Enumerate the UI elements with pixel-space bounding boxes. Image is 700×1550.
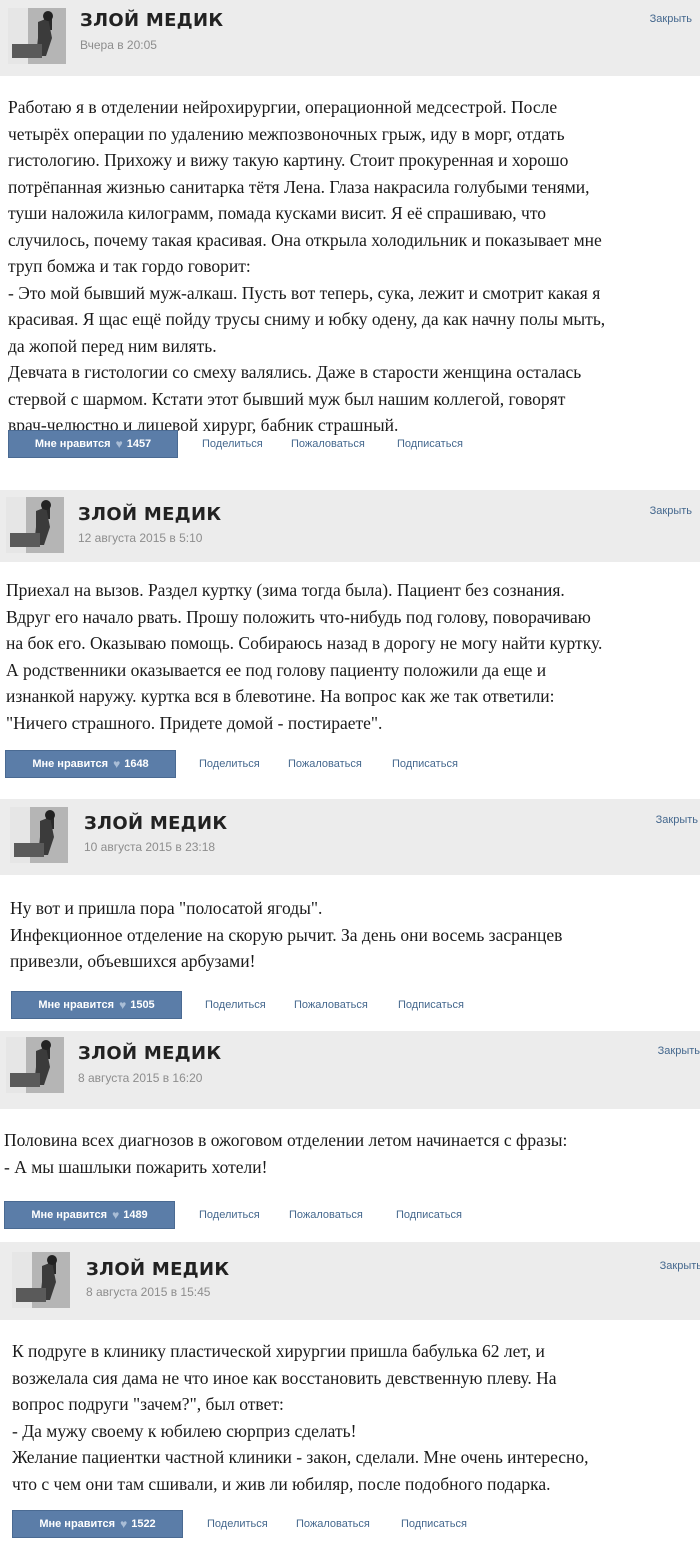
post-actions: Мне нравится ♥ 1457 Поделиться Пожаловат… bbox=[0, 430, 700, 470]
post: ЗЛОЙ МЕДИК 10 августа 2015 в 23:18 Закры… bbox=[0, 799, 700, 1031]
post: ЗЛОЙ МЕДИК 8 августа 2015 в 15:45 Закрыт… bbox=[0, 1242, 700, 1550]
post-text: Работаю я в отделении нейрохирургии, опе… bbox=[8, 97, 606, 435]
post-date[interactable]: 8 августа 2015 в 16:20 bbox=[78, 1071, 202, 1085]
close-link[interactable]: Закрыть bbox=[658, 1045, 700, 1057]
heart-icon: ♥ bbox=[113, 757, 121, 771]
like-count: 1505 bbox=[130, 999, 155, 1011]
like-count: 1648 bbox=[124, 758, 149, 770]
like-label: Мне нравится bbox=[32, 758, 109, 770]
post-actions: Мне нравится ♥ 1522 Поделиться Пожаловат… bbox=[0, 1510, 700, 1550]
like-count: 1457 bbox=[126, 438, 152, 450]
close-link[interactable]: Закрыть bbox=[660, 1260, 700, 1272]
like-count: 1522 bbox=[131, 1518, 156, 1530]
post-actions: Мне нравится ♥ 1648 Поделиться Пожаловат… bbox=[0, 750, 700, 790]
share-link[interactable]: Поделиться bbox=[207, 1518, 268, 1530]
report-link[interactable]: Пожаловаться bbox=[294, 999, 368, 1011]
share-link[interactable]: Поделиться bbox=[199, 758, 260, 770]
avatar[interactable] bbox=[6, 1037, 64, 1093]
author-name[interactable]: ЗЛОЙ МЕДИК bbox=[78, 504, 221, 525]
report-link[interactable]: Пожаловаться bbox=[289, 1209, 363, 1221]
heart-icon: ♥ bbox=[115, 437, 123, 451]
heart-icon: ♥ bbox=[112, 1208, 120, 1222]
subscribe-link[interactable]: Подписаться bbox=[396, 1209, 462, 1221]
like-label: Мне нравится bbox=[31, 1209, 108, 1221]
share-link[interactable]: Поделиться bbox=[202, 438, 263, 450]
post-header: ЗЛОЙ МЕДИК 10 августа 2015 в 23:18 Закры… bbox=[0, 799, 700, 875]
author-name[interactable]: ЗЛОЙ МЕДИК bbox=[84, 813, 227, 834]
subscribe-link[interactable]: Подписаться bbox=[398, 999, 464, 1011]
post-date[interactable]: Вчера в 20:05 bbox=[80, 38, 157, 52]
heart-icon: ♥ bbox=[120, 1517, 128, 1531]
avatar[interactable] bbox=[8, 8, 66, 64]
post-header: ЗЛОЙ МЕДИК Вчера в 20:05 Закрыть bbox=[0, 0, 700, 76]
post-text: Ну вот и пришла пора "полосатой ягоды". … bbox=[10, 898, 563, 971]
post-header: ЗЛОЙ МЕДИК 8 августа 2015 в 15:45 Закрыт… bbox=[0, 1242, 700, 1320]
post-text: К подруге в клинику пластической хирурги… bbox=[12, 1341, 589, 1494]
heart-icon: ♥ bbox=[119, 998, 127, 1012]
report-link[interactable]: Пожаловаться bbox=[296, 1518, 370, 1530]
post-header: ЗЛОЙ МЕДИК 12 августа 2015 в 5:10 Закрыт… bbox=[0, 490, 700, 562]
like-button[interactable]: Мне нравится ♥ 1457 bbox=[8, 430, 178, 458]
share-link[interactable]: Поделиться bbox=[205, 999, 266, 1011]
report-link[interactable]: Пожаловаться bbox=[291, 438, 365, 450]
like-button[interactable]: Мне нравится ♥ 1505 bbox=[11, 991, 182, 1019]
like-count: 1489 bbox=[123, 1209, 148, 1221]
author-name[interactable]: ЗЛОЙ МЕДИК bbox=[80, 10, 223, 31]
post-header: ЗЛОЙ МЕДИК 8 августа 2015 в 16:20 Закрыт… bbox=[0, 1031, 700, 1109]
like-label: Мне нравится bbox=[38, 999, 115, 1011]
like-button[interactable]: Мне нравится ♥ 1522 bbox=[12, 1510, 183, 1538]
author-name[interactable]: ЗЛОЙ МЕДИК bbox=[78, 1043, 221, 1064]
close-link[interactable]: Закрыть bbox=[650, 13, 692, 25]
like-label: Мне нравится bbox=[34, 438, 111, 450]
post-date[interactable]: 10 августа 2015 в 23:18 bbox=[84, 840, 215, 854]
close-link[interactable]: Закрыть bbox=[650, 505, 692, 517]
avatar[interactable] bbox=[6, 497, 64, 553]
subscribe-link[interactable]: Подписаться bbox=[401, 1518, 467, 1530]
close-link[interactable]: Закрыть bbox=[656, 814, 698, 826]
post: ЗЛОЙ МЕДИК 8 августа 2015 в 16:20 Закрыт… bbox=[0, 1031, 700, 1242]
post: ЗЛОЙ МЕДИК 12 августа 2015 в 5:10 Закрыт… bbox=[0, 490, 700, 799]
avatar[interactable] bbox=[12, 1252, 70, 1308]
post-text: Приехал на вызов. Раздел куртку (зима то… bbox=[6, 580, 603, 733]
like-label: Мне нравится bbox=[39, 1518, 116, 1530]
subscribe-link[interactable]: Подписаться bbox=[397, 438, 463, 450]
share-link[interactable]: Поделиться bbox=[199, 1209, 260, 1221]
post-actions: Мне нравится ♥ 1489 Поделиться Пожаловат… bbox=[0, 1201, 700, 1241]
post-text: Половина всех диагнозов в ожоговом отдел… bbox=[4, 1130, 568, 1177]
author-name[interactable]: ЗЛОЙ МЕДИК bbox=[86, 1259, 229, 1280]
subscribe-link[interactable]: Подписаться bbox=[392, 758, 458, 770]
post: ЗЛОЙ МЕДИК Вчера в 20:05 Закрыть Работаю… bbox=[0, 0, 700, 490]
avatar[interactable] bbox=[10, 807, 68, 863]
post-date[interactable]: 12 августа 2015 в 5:10 bbox=[78, 531, 202, 545]
like-button[interactable]: Мне нравится ♥ 1489 bbox=[4, 1201, 175, 1229]
post-actions: Мне нравится ♥ 1505 Поделиться Пожаловат… bbox=[0, 991, 700, 1031]
post-date[interactable]: 8 августа 2015 в 15:45 bbox=[86, 1285, 210, 1299]
report-link[interactable]: Пожаловаться bbox=[288, 758, 362, 770]
like-button[interactable]: Мне нравится ♥ 1648 bbox=[5, 750, 176, 778]
